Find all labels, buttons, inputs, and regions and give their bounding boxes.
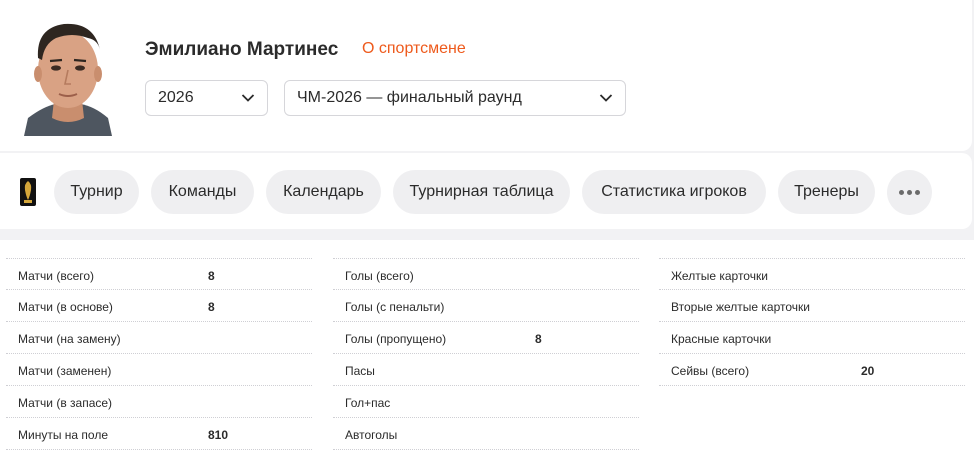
tournament-nav: Турнир Команды Календарь Турнирная табли… [0, 153, 972, 229]
stat-row: Голы (всего) [333, 258, 639, 290]
stat-value: 8 [208, 300, 215, 314]
stat-row: Желтые карточки [659, 258, 965, 290]
season-select[interactable]: ЧМ-2026 — финальный раунд [284, 80, 626, 116]
stats-column-matches: Матчи (всего) 8 Матчи (в основе) 8 Матчи… [6, 258, 312, 450]
stat-row: Минуты на поле 810 [6, 418, 312, 450]
stat-label: Матчи (всего) [18, 269, 95, 283]
stat-row: Сейвы (всего) 20 [659, 354, 965, 386]
stat-label: Минуты на поле [18, 428, 108, 442]
stat-value: 8 [208, 269, 215, 283]
stat-row: Матчи (заменен) [6, 354, 312, 386]
stat-row: Матчи (всего) 8 [6, 258, 312, 290]
stat-label: Матчи (на замену) [18, 332, 121, 346]
year-select[interactable]: 2026 [145, 80, 268, 116]
stat-value: 810 [208, 428, 229, 442]
tab-player-stats[interactable]: Статистика игроков [582, 170, 766, 214]
stat-label: Матчи (в основе) [18, 300, 113, 314]
stat-row: Вторые желтые карточки [659, 290, 965, 322]
more-dots-icon[interactable] [887, 170, 932, 215]
stat-label: Пасы [345, 364, 375, 378]
stat-row: Матчи (на замену) [6, 322, 312, 354]
world-cup-logo-icon[interactable] [19, 178, 37, 206]
stat-row: Матчи (в запасе) [6, 386, 312, 418]
year-select-value: 2026 [158, 89, 194, 106]
tab-teams[interactable]: Команды [151, 170, 254, 214]
tab-tournament[interactable]: Турнир [54, 170, 139, 214]
stat-row: Матчи (в основе) 8 [6, 290, 312, 322]
stat-label: Вторые желтые карточки [671, 300, 810, 314]
stat-label: Автоголы [345, 428, 398, 442]
tab-coaches[interactable]: Тренеры [778, 170, 875, 214]
stat-label: Голы (всего) [345, 269, 414, 283]
stat-label: Матчи (заменен) [18, 364, 112, 378]
player-header: Эмилиано Мартинес О спортсмене 2026 ЧМ-2… [0, 0, 972, 151]
stat-label: Сейвы (всего) [671, 364, 750, 378]
player-name: Эмилиано Мартинес [145, 39, 339, 60]
tab-calendar[interactable]: Календарь [266, 170, 381, 214]
stat-row: Автоголы [333, 418, 639, 450]
player-stats-panel: Матчи (всего) 8 Матчи (в основе) 8 Матчи… [0, 240, 974, 451]
stat-label: Красные карточки [671, 332, 772, 346]
chevron-down-icon [241, 94, 255, 102]
player-avatar [24, 14, 112, 136]
about-player-link[interactable]: О спортсмене [362, 40, 466, 58]
stats-column-goals: Голы (всего) Голы (с пенальти) Голы (про… [333, 258, 639, 450]
stat-value: 8 [535, 332, 542, 346]
stat-row: Красные карточки [659, 322, 965, 354]
stat-label: Голы (с пенальти) [345, 300, 445, 314]
stat-row: Голы (пропущено) 8 [333, 322, 639, 354]
stat-row: Пасы [333, 354, 639, 386]
stat-label: Гол+пас [345, 396, 391, 410]
stat-label: Матчи (в запасе) [18, 396, 113, 410]
stat-row: Гол+пас [333, 386, 639, 418]
tab-standings[interactable]: Турнирная таблица [393, 170, 570, 214]
stat-value: 20 [861, 364, 875, 378]
stat-row: Голы (с пенальти) [333, 290, 639, 322]
stat-label: Желтые карточки [671, 269, 768, 283]
season-select-value: ЧМ-2026 — финальный раунд [297, 89, 522, 106]
stat-label: Голы (пропущено) [345, 332, 447, 346]
stats-column-discipline: Желтые карточки Вторые желтые карточки К… [659, 258, 965, 386]
chevron-down-icon [599, 94, 613, 102]
